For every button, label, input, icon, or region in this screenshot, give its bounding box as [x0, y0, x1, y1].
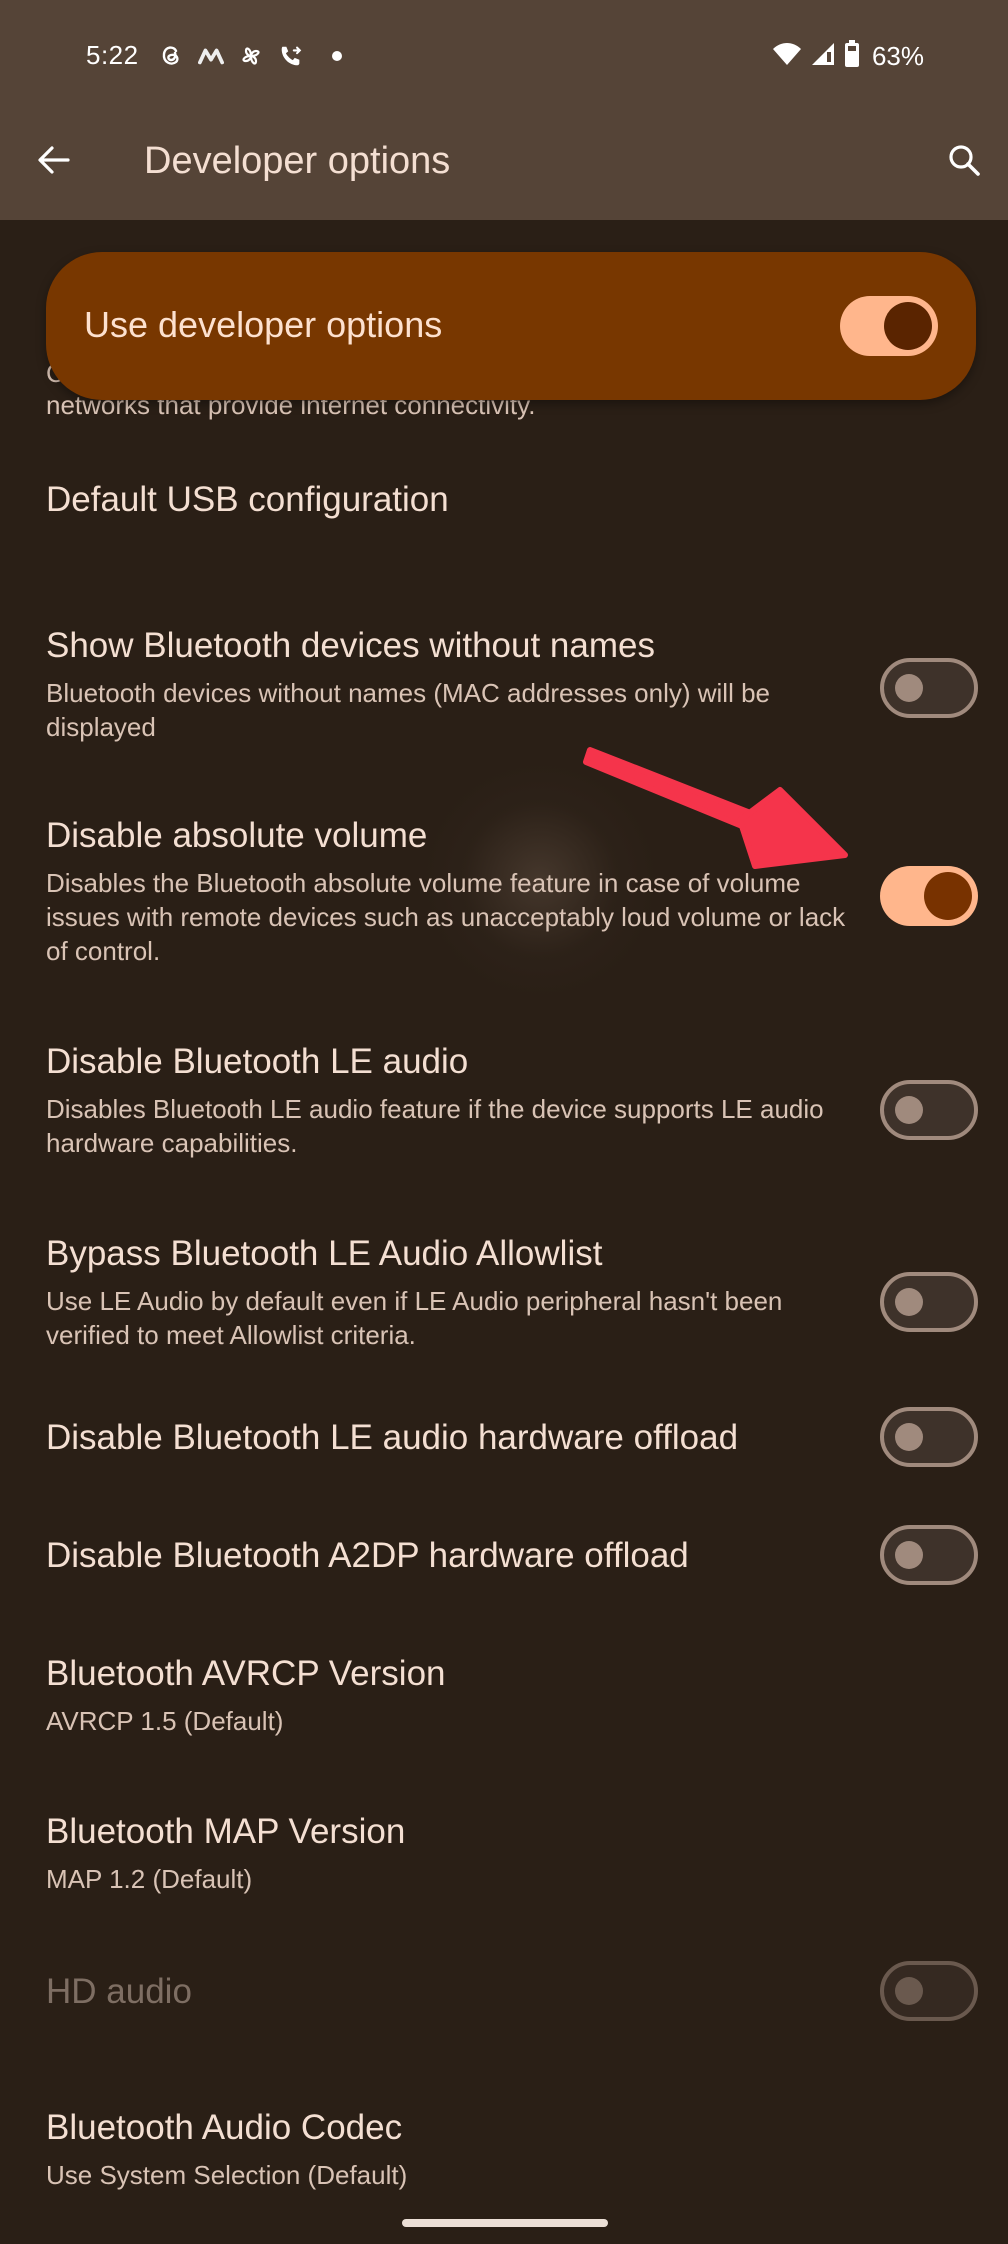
search-icon [946, 142, 982, 183]
toggle-knob [924, 872, 972, 920]
bypass-bluetooth-le-audio-allowlist-toggle[interactable] [880, 1272, 978, 1332]
setting-title: HD audio [46, 1972, 192, 2011]
settings-list: networks that provide internet connectiv… [0, 220, 1008, 2244]
status-time: 5:22 [86, 40, 139, 70]
disable-bluetooth-le-audio-hardware-offload-toggle[interactable] [880, 1407, 978, 1467]
search-button[interactable] [940, 138, 988, 186]
setting-subtitle: Use LE Audio by default even if LE Audio… [46, 1286, 783, 1350]
setting-disable-absolute-volume[interactable]: Disable absolute volume Disables the Blu… [0, 810, 1008, 1010]
notification-icons [158, 40, 342, 72]
toggle-knob [895, 1288, 923, 1316]
setting-title: Bluetooth AVRCP Version [46, 1654, 446, 1693]
setting-subtitle: Use System Selection (Default) [46, 2160, 408, 2190]
setting-subtitle: MAP 1.2 (Default) [46, 1864, 253, 1894]
setting-hd-audio: HD audio [0, 1958, 1008, 2068]
setting-title: Bluetooth Audio Codec [46, 2108, 403, 2147]
setting-bluetooth-avrcp-version[interactable]: Bluetooth AVRCP Version AVRCP 1.5 (Defau… [0, 1648, 1008, 1768]
setting-disable-bluetooth-a2dp-hardware-offload[interactable]: Disable Bluetooth A2DP hardware offload [0, 1522, 1008, 1632]
app-bar: Developer options [0, 114, 1008, 220]
screen: 5:22 63% Developer options networks that… [0, 0, 1008, 2244]
toggle-knob [895, 1541, 923, 1569]
page-title: Developer options [144, 140, 451, 182]
battery-percent: 63% [871, 40, 924, 71]
setting-disable-bluetooth-le-audio[interactable]: Disable Bluetooth LE audio Disables Blue… [0, 1036, 1008, 1196]
cellular-signal-icon [810, 41, 836, 72]
toggle-knob [895, 674, 923, 702]
show-bluetooth-devices-without-names-toggle[interactable] [880, 658, 978, 718]
setting-disable-bluetooth-le-audio-hardware-offload[interactable]: Disable Bluetooth LE audio hardware offl… [0, 1404, 1008, 1514]
m-app-icon [198, 43, 224, 69]
system-status-icons: 63% [772, 39, 924, 73]
toggle-knob [895, 1977, 923, 2005]
threads-icon [158, 43, 184, 69]
toggle-knob [895, 1423, 923, 1451]
setting-title: Disable Bluetooth LE audio [46, 1042, 469, 1081]
setting-title: Show Bluetooth devices without names [46, 626, 655, 665]
setting-subtitle: Disables Bluetooth LE audio feature if t… [46, 1094, 824, 1158]
setting-title: Disable Bluetooth A2DP hardware offload [46, 1536, 689, 1575]
setting-subtitle: Bluetooth devices without names (MAC add… [46, 678, 771, 742]
setting-bluetooth-map-version[interactable]: Bluetooth MAP Version MAP 1.2 (Default) [0, 1806, 1008, 1926]
use-developer-options-label: Use developer options [84, 304, 443, 345]
setting-title: Disable absolute volume [46, 816, 428, 855]
setting-title: Disable Bluetooth LE audio hardware offl… [46, 1418, 739, 1457]
disable-bluetooth-a2dp-hardware-offload-toggle[interactable] [880, 1525, 978, 1585]
use-developer-options-toggle[interactable] [840, 296, 938, 356]
disable-bluetooth-le-audio-toggle[interactable] [880, 1080, 978, 1140]
setting-subtitle: AVRCP 1.5 (Default) [46, 1706, 284, 1736]
toggle-knob [884, 302, 932, 350]
gesture-navigation-handle[interactable] [402, 2219, 608, 2227]
pinwheel-icon [238, 43, 264, 69]
setting-default-usb-configuration[interactable]: Default USB configuration [0, 480, 1008, 620]
battery-icon [844, 39, 860, 73]
setting-title: Bypass Bluetooth LE Audio Allowlist [46, 1234, 603, 1273]
call-forward-icon [278, 43, 304, 69]
arrow-back-icon [36, 142, 72, 183]
status-bar: 5:22 63% [0, 0, 1008, 114]
use-developer-options-card[interactable]: Use developer options [46, 252, 976, 400]
setting-bluetooth-audio-codec[interactable]: Bluetooth Audio Codec Use System Selecti… [0, 2102, 1008, 2222]
notification-dot [332, 51, 342, 61]
setting-title: Bluetooth MAP Version [46, 1812, 406, 1851]
wifi-icon [772, 41, 802, 72]
setting-title: Default USB configuration [46, 480, 449, 519]
setting-bypass-bluetooth-le-audio-allowlist[interactable]: Bypass Bluetooth LE Audio Allowlist Use … [0, 1228, 1008, 1388]
top-bar: 5:22 63% Developer options [0, 0, 1008, 220]
setting-subtitle: Disables the Bluetooth absolute volume f… [46, 868, 846, 966]
toggle-knob [895, 1096, 923, 1124]
back-button[interactable] [30, 138, 78, 186]
disable-absolute-volume-toggle[interactable] [880, 866, 978, 926]
hd-audio-toggle [880, 1961, 978, 2021]
